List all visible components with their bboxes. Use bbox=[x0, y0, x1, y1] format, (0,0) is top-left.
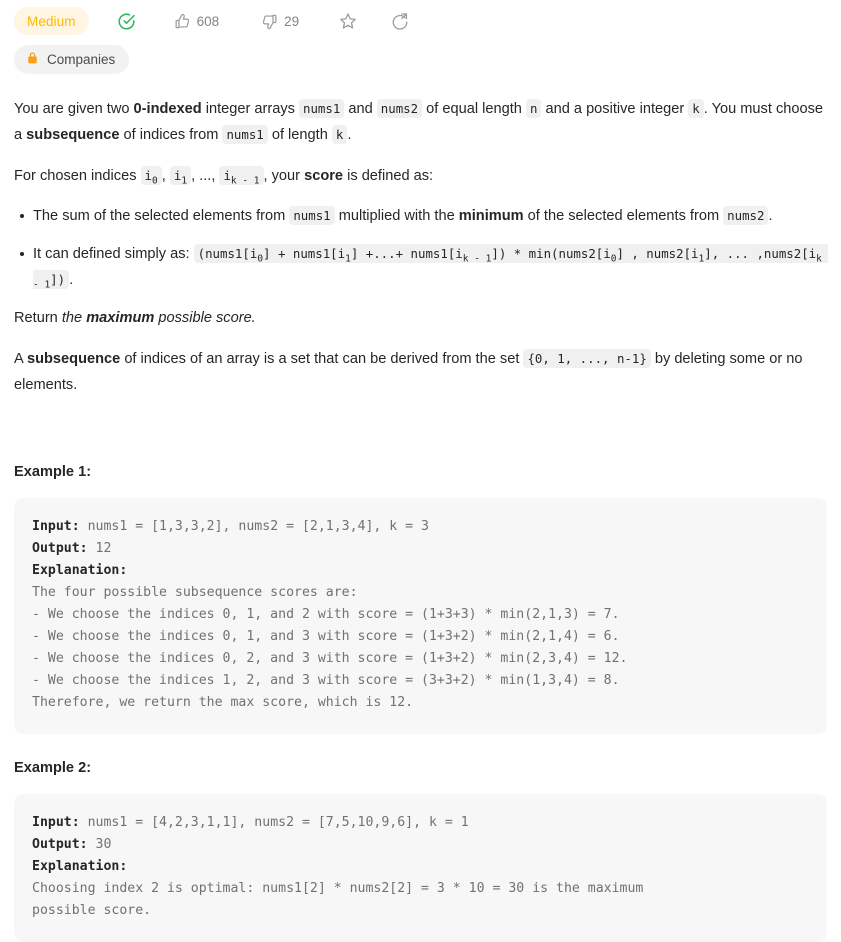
code-chip-index-set: {0, 1, ..., n-1} bbox=[523, 349, 651, 368]
description-paragraph-1: You are given two 0-indexed integer arra… bbox=[14, 96, 827, 148]
problem-content: You are given two 0-indexed integer arra… bbox=[14, 96, 828, 942]
example-1-block: Input: nums1 = [1,3,3,2], nums2 = [2,1,3… bbox=[14, 498, 827, 734]
formula-fragment: ]) bbox=[50, 272, 66, 287]
text-fragment: the bbox=[61, 310, 87, 326]
explanation-label: Explanation: bbox=[32, 563, 128, 578]
index-subscript: 1 bbox=[181, 175, 188, 187]
input-value: nums1 = [1,3,3,2], nums2 = [2,1,3,4], k … bbox=[79, 519, 429, 534]
favorite-button[interactable] bbox=[333, 5, 363, 37]
text-fragment: of indices from bbox=[119, 127, 223, 143]
text-fragment: The sum of the selected elements from bbox=[33, 208, 290, 224]
text-fragment: integer arrays bbox=[201, 101, 300, 117]
score-definition-list: The sum of the selected elements from nu… bbox=[14, 203, 828, 293]
code-chip-nums1: nums1 bbox=[222, 125, 268, 144]
text-fragment: . bbox=[347, 127, 352, 143]
text-fragment: . bbox=[768, 208, 773, 224]
list-item: It can defined simply as: (nums1[i0] + n… bbox=[20, 241, 828, 293]
formula-fragment: ]) * min(nums2[i bbox=[491, 246, 611, 261]
code-chip-k: k bbox=[688, 99, 704, 118]
text-fragment: of indices of an array is a set that can… bbox=[120, 351, 524, 367]
text-fragment: of length bbox=[267, 127, 332, 143]
text-fragment: You are given two bbox=[14, 101, 134, 117]
example-1-title: Example 1: bbox=[14, 464, 92, 480]
output-value: 12 bbox=[87, 541, 112, 556]
solved-status-button[interactable] bbox=[111, 5, 142, 37]
share-button[interactable] bbox=[385, 5, 415, 37]
code-chip-k: k bbox=[331, 125, 348, 144]
bold-subsequence: subsequence bbox=[26, 127, 120, 143]
like-count: 608 bbox=[196, 13, 220, 29]
list-item: The sum of the selected elements from nu… bbox=[20, 203, 827, 229]
code-chip-nums1: nums1 bbox=[289, 206, 335, 225]
formula-fragment: ], ... ,nums2[i bbox=[704, 246, 817, 261]
text-fragment: possible score. bbox=[154, 310, 256, 326]
companies-tag[interactable]: Companies bbox=[14, 45, 130, 74]
formula-fragment: ] +...+ nums1[i bbox=[350, 246, 463, 261]
formula-subscript: k - 1 bbox=[462, 253, 492, 265]
problem-tag-row: Companies bbox=[14, 45, 827, 74]
index-subscript: k - 1 bbox=[230, 175, 260, 187]
code-chip-nums1: nums1 bbox=[299, 99, 345, 118]
text-fragment: . bbox=[69, 272, 74, 288]
text-fragment: and a positive integer bbox=[541, 101, 689, 117]
output-label: Output: bbox=[32, 541, 88, 556]
code-chip-ik1: ik - 1 bbox=[219, 166, 264, 187]
formula-fragment: ] , nums2[i bbox=[616, 246, 699, 261]
output-label: Output: bbox=[32, 837, 88, 852]
description-paragraph-2: For chosen indices i0, i1, ..., ik - 1, … bbox=[14, 163, 827, 189]
bold-zero-indexed: 0-indexed bbox=[133, 101, 202, 117]
output-value: 30 bbox=[87, 837, 112, 852]
input-value: nums1 = [4,2,3,1,1], nums2 = [7,5,10,9,6… bbox=[79, 815, 469, 830]
text-fragment: is defined as: bbox=[343, 168, 434, 184]
text-fragment: , bbox=[161, 168, 170, 184]
index-base: i bbox=[223, 168, 231, 183]
text-fragment: Return bbox=[14, 310, 62, 326]
code-chip-nums2: nums2 bbox=[376, 99, 423, 118]
bold-minimum: minimum bbox=[458, 208, 524, 224]
lock-icon bbox=[26, 51, 39, 68]
text-fragment: of the selected elements from bbox=[523, 208, 724, 224]
problem-meta-row: Medium 608 29 bbox=[14, 0, 827, 38]
thumbs-down-icon bbox=[261, 13, 278, 30]
star-icon bbox=[339, 12, 357, 30]
thumbs-up-icon bbox=[174, 13, 191, 30]
text-fragment: , your bbox=[263, 168, 305, 184]
text-fragment: and bbox=[344, 101, 377, 117]
index-subscript: 0 bbox=[152, 175, 158, 187]
like-button[interactable]: 608 bbox=[168, 5, 226, 37]
bold-subsequence: subsequence bbox=[26, 351, 121, 367]
example-2-block: Input: nums1 = [4,2,3,1,1], nums2 = [7,5… bbox=[14, 794, 827, 942]
text-fragment: A bbox=[14, 351, 27, 367]
italic-phrase: the maximum possible score. bbox=[62, 310, 256, 326]
input-label: Input: bbox=[32, 815, 80, 830]
index-base: i bbox=[144, 168, 153, 183]
difficulty-badge[interactable]: Medium bbox=[14, 7, 89, 35]
bold-maximum: maximum bbox=[86, 310, 155, 326]
text-fragment: For chosen indices bbox=[14, 168, 141, 184]
companies-tag-label: Companies bbox=[47, 52, 116, 67]
dislike-count: 29 bbox=[284, 13, 300, 29]
problem-description-page: Medium 608 29 Companies You are given tw… bbox=[0, 0, 841, 942]
text-fragment: multiplied with the bbox=[334, 208, 459, 224]
formula-fragment: (nums1[i bbox=[197, 246, 258, 261]
example-2-title: Example 2: bbox=[14, 760, 92, 776]
code-chip-i1: i1 bbox=[169, 166, 192, 187]
explanation-label: Explanation: bbox=[32, 859, 128, 874]
check-circle-icon bbox=[117, 12, 136, 31]
formula-fragment: ] + nums1[i bbox=[263, 246, 346, 261]
explanation-body: The four possible subsequence scores are… bbox=[32, 585, 628, 710]
text-fragment: It can defined simply as: bbox=[33, 246, 194, 262]
code-chip-i0: i0 bbox=[140, 166, 162, 187]
explanation-body: Choosing index 2 is optimal: nums1[2] * … bbox=[32, 881, 644, 918]
share-icon bbox=[391, 12, 409, 30]
input-label: Input: bbox=[32, 519, 80, 534]
dislike-button[interactable]: 29 bbox=[255, 5, 305, 37]
text-fragment: , ..., bbox=[191, 168, 220, 184]
description-paragraph-4: A subsequence of indices of an array is … bbox=[14, 346, 827, 398]
text-fragment: of equal length bbox=[422, 101, 526, 117]
bold-score: score bbox=[304, 168, 344, 184]
description-paragraph-3: Return the maximum possible score. bbox=[14, 305, 827, 331]
code-chip-nums2: nums2 bbox=[723, 206, 769, 225]
code-chip-n: n bbox=[525, 99, 542, 118]
